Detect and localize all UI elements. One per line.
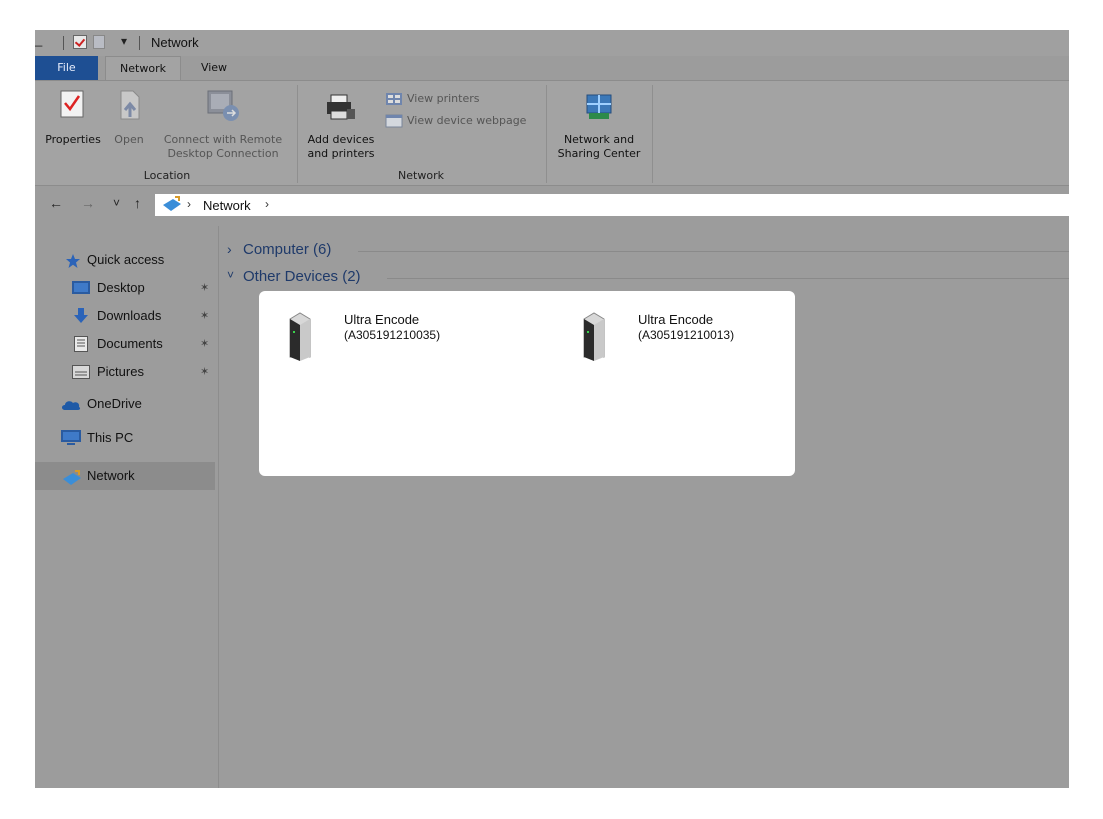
back-button[interactable]: ← xyxy=(49,195,63,211)
devices-panel: Ultra Encode (A305191210035) Ultra Encod… xyxy=(259,291,795,476)
breadcrumb-separator[interactable]: › xyxy=(265,197,269,211)
open-button[interactable]: Open xyxy=(109,89,149,159)
tab-file[interactable]: File xyxy=(35,56,98,80)
sidebar-item-label: Network xyxy=(87,468,135,483)
pictures-icon xyxy=(72,365,90,379)
downloads-icon xyxy=(74,308,88,323)
view-printers-button[interactable]: View printers xyxy=(385,91,515,109)
sidebar-item-onedrive[interactable]: OneDrive xyxy=(35,390,215,418)
window-title: Network xyxy=(151,35,199,50)
device-item[interactable]: Ultra Encode (A305191210013) xyxy=(581,309,821,369)
sidebar-item-documents[interactable]: Documents ✶ xyxy=(35,330,215,358)
properties-button[interactable]: Properties xyxy=(41,89,105,159)
ribbon-tabs: File Network View xyxy=(35,56,1069,80)
open-label: Open xyxy=(114,133,144,146)
add-devices-button[interactable]: Add devices and printers xyxy=(301,89,381,169)
sidebar-item-label: Documents xyxy=(97,336,163,351)
sidebar-item-this-pc[interactable]: This PC xyxy=(35,424,215,452)
title-divider xyxy=(139,36,140,50)
recent-locations-button[interactable]: ˅ xyxy=(113,196,120,210)
new-folder-quick-icon[interactable] xyxy=(93,35,105,49)
file-explorer-window: _ ▾ Network File Network View Properties xyxy=(35,30,1069,788)
group-divider xyxy=(387,278,1069,279)
sidebar-item-network[interactable]: Network xyxy=(35,462,215,490)
network-icon xyxy=(163,196,181,211)
pc-icon xyxy=(61,430,81,445)
ribbon: Properties Open Connect with Remote Desk… xyxy=(35,80,1069,186)
properties-quick-icon[interactable] xyxy=(73,35,87,49)
ribbon-divider xyxy=(652,85,653,183)
device-tower-icon xyxy=(289,312,311,361)
sidebar-item-label: This PC xyxy=(87,430,134,445)
open-icon xyxy=(120,90,140,120)
network-group-label: Network xyxy=(398,169,444,182)
network-sharing-icon xyxy=(586,94,612,119)
location-group-label: Location xyxy=(143,169,191,182)
title-bar: _ ▾ Network xyxy=(35,30,1069,56)
pin-icon[interactable]: ✶ xyxy=(200,365,209,378)
sidebar-item-label: Desktop xyxy=(97,280,145,295)
properties-label: Properties xyxy=(45,133,101,146)
sidebar-item-quick-access[interactable]: Quick access xyxy=(35,246,215,274)
add-devices-label-line1: Add devices xyxy=(307,133,375,146)
view-device-webpage-label: View device webpage xyxy=(407,114,527,127)
pin-icon[interactable]: ✶ xyxy=(200,309,209,322)
system-menu-icon[interactable]: _ xyxy=(35,32,42,48)
sidebar-item-downloads[interactable]: Downloads ✶ xyxy=(35,302,215,330)
view-printers-label: View printers xyxy=(407,92,480,105)
remote-desktop-label-line1: Connect with Remote xyxy=(163,133,283,146)
sidebar-item-label: Downloads xyxy=(97,308,162,323)
printer-icon xyxy=(327,94,355,120)
device-id: (A305191210013) xyxy=(638,328,735,342)
device-id: (A305191210035) xyxy=(344,328,441,342)
documents-icon xyxy=(74,336,88,352)
remote-desktop-icon xyxy=(207,90,239,121)
forward-button[interactable]: → xyxy=(81,195,95,211)
desktop-icon xyxy=(72,281,90,294)
sidebar-item-pictures[interactable]: Pictures ✶ xyxy=(35,358,215,386)
sharing-label-line2: Sharing Center xyxy=(557,147,641,160)
properties-icon xyxy=(60,90,84,118)
device-tower-icon xyxy=(583,312,605,361)
group-header-computer[interactable]: Computer (6) xyxy=(243,241,331,258)
network-icon xyxy=(63,470,81,485)
sidebar-item-label: OneDrive xyxy=(87,396,142,411)
remote-desktop-button[interactable]: Connect with Remote Desktop Connection xyxy=(153,89,293,169)
ribbon-divider xyxy=(297,85,298,183)
title-divider xyxy=(63,36,64,50)
add-devices-label-line2: and printers xyxy=(307,147,375,160)
customize-quick-access-dropdown[interactable]: ▾ xyxy=(121,34,127,50)
group-divider xyxy=(358,251,1069,252)
cloud-icon xyxy=(62,401,81,410)
tab-view[interactable]: View xyxy=(191,56,237,80)
navigation-bar: ← → ˅ ↑ › Network › xyxy=(35,190,1069,218)
device-name: Ultra Encode xyxy=(344,312,420,327)
star-icon xyxy=(66,254,80,268)
sidebar-item-label: Pictures xyxy=(97,364,144,379)
pin-icon[interactable]: ✶ xyxy=(200,281,209,294)
sharing-label-line1: Network and xyxy=(563,133,635,146)
group-header-other-devices[interactable]: Other Devices (2) xyxy=(243,268,361,285)
webpage-icon xyxy=(385,114,403,128)
pin-icon[interactable]: ✶ xyxy=(200,337,209,350)
remote-desktop-label-line2: Desktop Connection xyxy=(167,147,279,160)
sidebar-item-label: Quick access xyxy=(87,252,165,267)
sidebar-item-desktop[interactable]: Desktop ✶ xyxy=(35,274,215,302)
network-sharing-center-button[interactable]: Network and Sharing Center xyxy=(549,89,649,169)
device-name: Ultra Encode xyxy=(638,312,714,327)
view-device-webpage-button[interactable]: View device webpage xyxy=(385,113,545,131)
tab-network[interactable]: Network xyxy=(105,56,181,80)
ribbon-divider xyxy=(546,85,547,183)
breadcrumb-network[interactable]: Network xyxy=(203,198,251,213)
device-item[interactable]: Ultra Encode (A305191210035) xyxy=(287,309,527,369)
address-bar[interactable]: › Network › xyxy=(155,194,1069,216)
up-button[interactable]: ↑ xyxy=(134,195,141,211)
group-chevron[interactable]: › xyxy=(227,241,232,257)
breadcrumb-separator[interactable]: › xyxy=(187,197,191,211)
group-chevron[interactable]: ˅ xyxy=(227,268,234,282)
navigation-pane: Quick access Desktop ✶ Downloads ✶ Docum… xyxy=(35,226,219,788)
view-printers-icon xyxy=(386,93,402,105)
